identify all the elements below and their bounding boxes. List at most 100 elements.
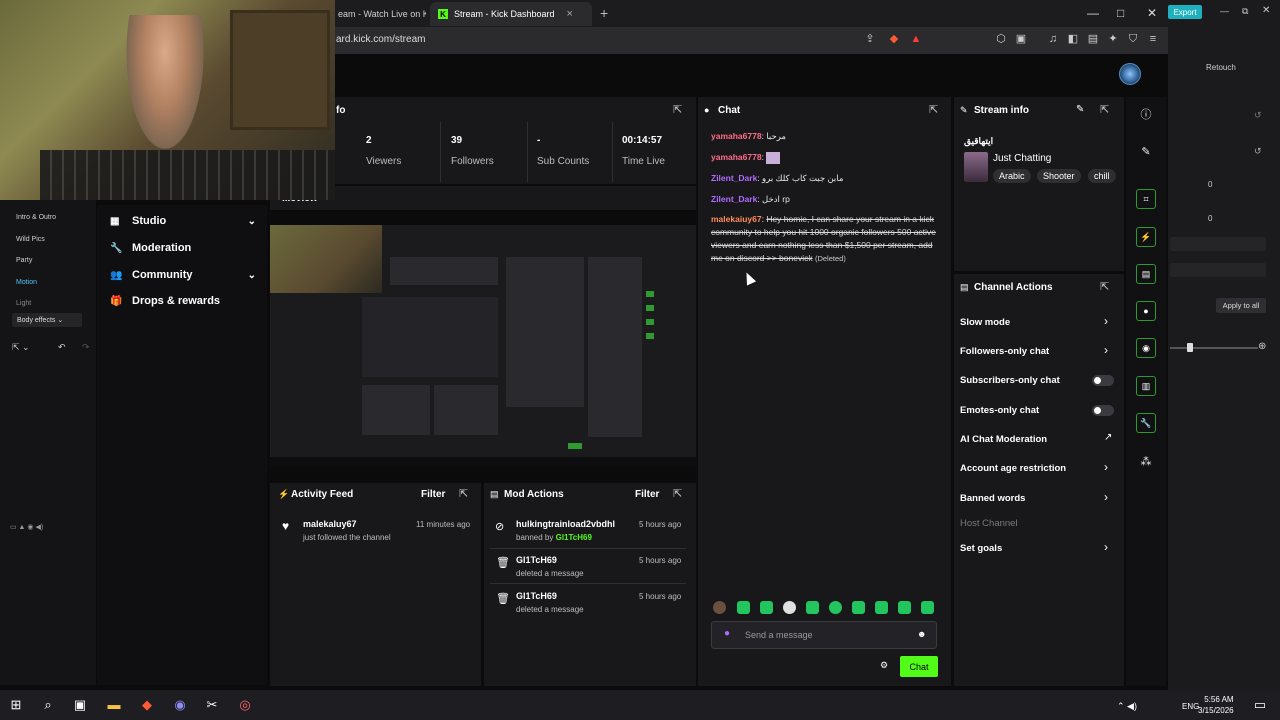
emote-icon[interactable] bbox=[898, 601, 911, 614]
banned-words-row[interactable]: Banned words bbox=[960, 493, 1025, 504]
mod-filter-button[interactable]: Filter bbox=[635, 489, 659, 500]
wrench-icon[interactable]: 🔧 bbox=[1136, 413, 1156, 433]
system-clock[interactable]: 5:56 AM 3/15/2026 bbox=[1198, 694, 1234, 716]
tray-icons[interactable]: ⌃ ◀) bbox=[1117, 701, 1137, 712]
chat-username[interactable]: yamaha6778 bbox=[711, 131, 762, 141]
subscribers-only-row[interactable]: Subscribers-only chat bbox=[960, 375, 1060, 386]
music-icon[interactable]: ♫ bbox=[1046, 32, 1060, 46]
info-icon[interactable]: ⓘ bbox=[1136, 104, 1156, 124]
effect-party[interactable]: Party bbox=[16, 257, 32, 264]
tab-kick-dashboard[interactable]: K Stream - Kick Dashboard × bbox=[430, 2, 592, 26]
task-view-icon[interactable]: ▣ bbox=[72, 697, 88, 713]
obs-icon[interactable]: ◎ bbox=[237, 697, 253, 713]
brave-shield-icon[interactable]: ◆ bbox=[887, 32, 901, 46]
emote-icon[interactable] bbox=[713, 601, 726, 614]
expand-icon[interactable]: ⇱ bbox=[1100, 103, 1109, 116]
emote-icon[interactable] bbox=[852, 601, 865, 614]
chat-settings-icon[interactable]: ⚙ bbox=[880, 660, 888, 671]
emotes-only-row[interactable]: Emotes-only chat bbox=[960, 405, 1039, 416]
tab-watch-live[interactable]: eam - Watch Live on Kic bbox=[330, 2, 426, 26]
reset-icon[interactable]: ↺ bbox=[1254, 110, 1262, 121]
search-icon[interactable]: ⌕ bbox=[40, 697, 56, 713]
reset-icon[interactable]: ↺ bbox=[1254, 146, 1262, 157]
close-window-button[interactable]: ✕ bbox=[1147, 6, 1157, 20]
notification-icon[interactable]: ▭ bbox=[1252, 697, 1268, 713]
sidebar-item-community[interactable]: 👥 Community ⌄ bbox=[110, 269, 256, 281]
zoom-slider[interactable] bbox=[1170, 347, 1258, 349]
sidebar-item-studio[interactable]: ▦ Studio ⌄ bbox=[110, 215, 256, 227]
emote-icon[interactable] bbox=[760, 601, 773, 614]
emote-icon[interactable] bbox=[783, 601, 796, 614]
sidebar-item-drops[interactable]: 🎁 Drops & rewards bbox=[110, 295, 256, 307]
pencil-icon[interactable]: ✎ bbox=[1136, 141, 1156, 161]
emotes-only-toggle[interactable] bbox=[1092, 405, 1114, 416]
chat-username[interactable]: yamaha6778 bbox=[711, 152, 762, 162]
capcut-icon[interactable]: ✂ bbox=[204, 697, 220, 713]
maximize-button[interactable]: □ bbox=[1117, 6, 1124, 20]
subscribers-only-toggle[interactable] bbox=[1092, 375, 1114, 386]
emote-icon[interactable] bbox=[806, 601, 819, 614]
track-controls[interactable]: ▭ ▲ ◉ ◀) bbox=[10, 523, 43, 531]
expand-icon[interactable]: ⇱ bbox=[673, 103, 682, 116]
edit-icon[interactable]: ✎ bbox=[1076, 104, 1084, 115]
emote-icon[interactable] bbox=[921, 601, 934, 614]
export-button[interactable]: Export bbox=[1168, 5, 1202, 19]
zoom-slider-handle[interactable] bbox=[1187, 343, 1193, 352]
vpn-icon[interactable]: ⛉ bbox=[1126, 32, 1140, 46]
set-goals-row[interactable]: Set goals bbox=[960, 543, 1002, 554]
expand-icon[interactable]: ⇱ bbox=[459, 487, 468, 500]
minimize-button[interactable]: — bbox=[1087, 6, 1099, 20]
window-restore-icon[interactable]: ⧉ bbox=[1242, 6, 1248, 17]
mod-action-user[interactable]: Gl1TcH69 bbox=[516, 555, 557, 565]
sidebar-toggle-icon[interactable]: ◧ bbox=[1066, 32, 1080, 46]
stream-category[interactable]: Just Chatting bbox=[993, 153, 1051, 164]
chat-icon[interactable]: ● bbox=[1136, 301, 1156, 321]
mod-action-moderator[interactable]: Gl1TcH69 bbox=[556, 533, 592, 542]
discord-icon[interactable]: ◉ bbox=[172, 697, 188, 713]
dropdown-select[interactable] bbox=[1170, 263, 1266, 277]
chevron-right-icon[interactable]: › bbox=[1104, 490, 1108, 504]
ai-moderation-row[interactable]: AI Chat Moderation bbox=[960, 434, 1047, 445]
effect-wild-pics[interactable]: Wild Pics bbox=[16, 236, 45, 243]
share-nodes-icon[interactable]: ⁂ bbox=[1136, 451, 1156, 471]
effect-light[interactable]: Light bbox=[16, 300, 31, 307]
apply-to-all-button[interactable]: Apply to all bbox=[1216, 298, 1266, 313]
document-icon[interactable]: ▤ bbox=[1136, 264, 1156, 284]
zoom-in-icon[interactable]: ⊕ bbox=[1258, 341, 1266, 352]
stream-tag[interactable]: Shooter bbox=[1037, 169, 1081, 183]
dropdown-select[interactable] bbox=[1170, 237, 1266, 251]
avatar[interactable] bbox=[1119, 63, 1141, 85]
window-minimize-icon[interactable]: — bbox=[1220, 6, 1229, 16]
brave-browser-icon[interactable]: ◆ bbox=[139, 697, 155, 713]
undo-icon[interactable]: ↶ bbox=[58, 342, 66, 353]
chat-username[interactable]: Zilent_Dark bbox=[711, 194, 757, 204]
slow-mode-row[interactable]: Slow mode bbox=[960, 317, 1010, 328]
mod-action-user[interactable]: hulkingtrainload2vbdhl bbox=[516, 519, 615, 529]
chevron-right-icon[interactable]: › bbox=[1104, 540, 1108, 554]
followers-only-row[interactable]: Followers-only chat bbox=[960, 346, 1049, 357]
emote-icon[interactable] bbox=[829, 601, 842, 614]
sidebar-item-moderation[interactable]: 🔧 Moderation bbox=[110, 242, 256, 254]
clip-icon[interactable]: ⌗ bbox=[1136, 189, 1156, 209]
param-value[interactable]: 0 bbox=[1208, 180, 1212, 189]
retouch-tab[interactable]: Retouch bbox=[1206, 63, 1236, 72]
emote-icon[interactable] bbox=[737, 601, 750, 614]
menu-icon[interactable]: ≡ bbox=[1146, 32, 1160, 46]
url-field[interactable]: ard.kick.com/stream bbox=[336, 34, 425, 45]
mod-action-user[interactable]: Gl1TcH69 bbox=[516, 591, 557, 601]
chevron-right-icon[interactable]: › bbox=[1104, 343, 1108, 357]
account-age-row[interactable]: Account age restriction bbox=[960, 463, 1066, 474]
expand-icon[interactable]: ⇱ bbox=[673, 487, 682, 500]
chevron-right-icon[interactable]: › bbox=[1104, 460, 1108, 474]
broadcast-icon[interactable]: ◉ bbox=[1136, 338, 1156, 358]
emote-icon[interactable] bbox=[875, 601, 888, 614]
redo-icon[interactable]: ↷ bbox=[82, 342, 90, 353]
body-effects-dropdown[interactable]: Body effects ⌄ bbox=[12, 313, 82, 327]
brave-rewards-icon[interactable]: ▲ bbox=[909, 32, 923, 46]
ai-icon[interactable]: ✦ bbox=[1106, 32, 1120, 46]
layout-icon[interactable]: ▥ bbox=[1136, 376, 1156, 396]
share-icon[interactable]: ⇪ bbox=[863, 32, 877, 46]
microphone-icon[interactable]: ● bbox=[724, 628, 730, 639]
send-chat-button[interactable]: Chat bbox=[900, 656, 938, 677]
new-tab-button[interactable]: + bbox=[600, 5, 608, 21]
